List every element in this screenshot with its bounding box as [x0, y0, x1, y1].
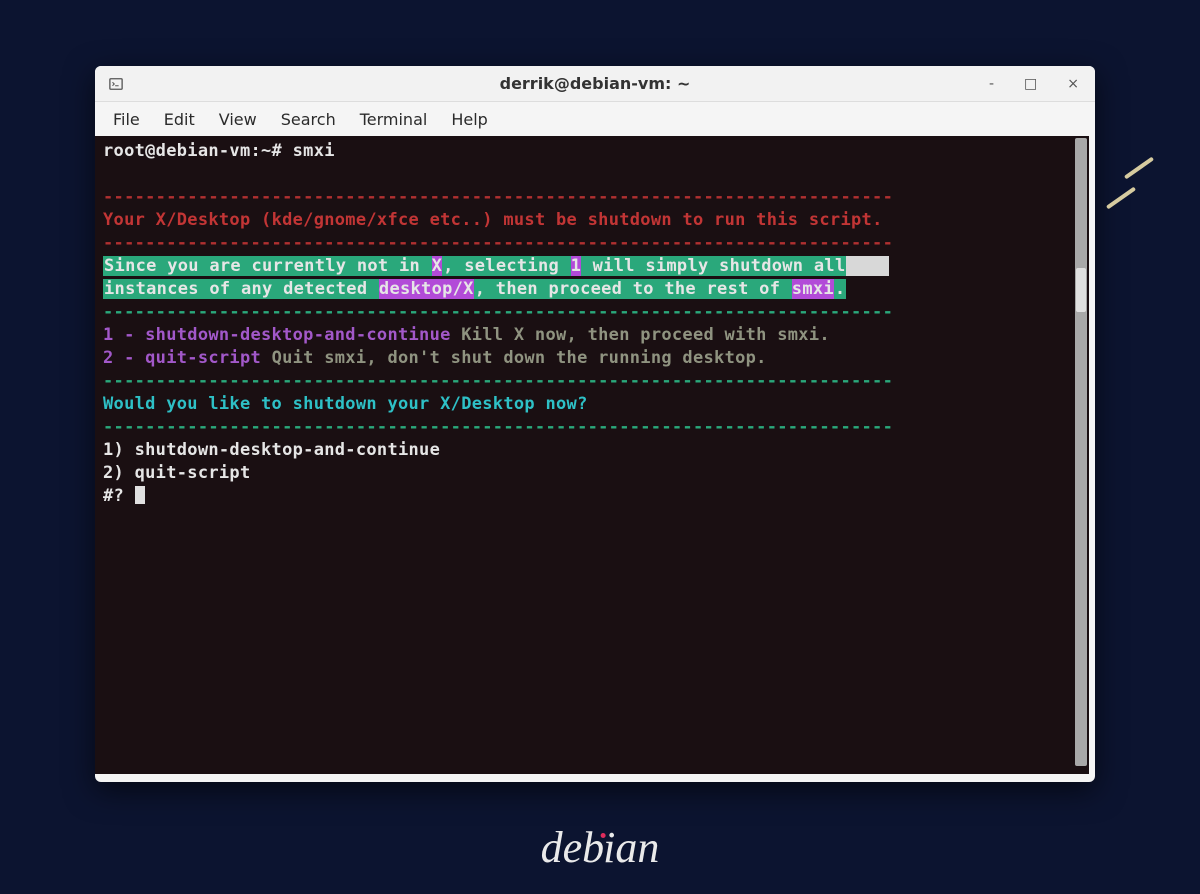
- debian-logo: debian: [541, 822, 660, 873]
- warning-line: Your X/Desktop (kde/gnome/xfce etc..) mu…: [103, 210, 883, 230]
- terminal-window: derrik@debian-vm: ~ ‐ □ × File Edit View…: [95, 66, 1095, 782]
- divider-green: ----------------------------------------…: [103, 371, 893, 391]
- cursor: [135, 486, 145, 504]
- debian-logo-right: ian: [603, 823, 659, 872]
- info-line-1: Since you are currently not in X, select…: [103, 256, 889, 276]
- shell-prompt: root@debian-vm:~#: [103, 141, 293, 161]
- menu-file[interactable]: File: [113, 110, 140, 129]
- menu-choice-2: 2) quit-script: [103, 463, 251, 483]
- close-button[interactable]: ×: [1063, 74, 1083, 94]
- blank-line: [103, 164, 114, 184]
- divider-red: ----------------------------------------…: [103, 187, 893, 207]
- terminal-app-icon: [109, 77, 123, 91]
- option-2: 2 - quit-script Quit smxi, don't shut do…: [103, 348, 767, 368]
- menu-choice-1: 1) shutdown-desktop-and-continue: [103, 440, 440, 460]
- terminal-content[interactable]: root@debian-vm:~# smxi -----------------…: [103, 140, 1071, 770]
- terminal-viewport[interactable]: root@debian-vm:~# smxi -----------------…: [95, 136, 1089, 774]
- maximize-button[interactable]: □: [1020, 74, 1041, 94]
- wallpaper-mark: [1124, 157, 1154, 180]
- scrollbar[interactable]: [1075, 138, 1087, 766]
- divider-red: ----------------------------------------…: [103, 233, 893, 253]
- divider-green: ----------------------------------------…: [103, 302, 893, 322]
- window-title: derrik@debian-vm: ~: [95, 74, 1095, 93]
- menu-view[interactable]: View: [219, 110, 257, 129]
- menu-help[interactable]: Help: [451, 110, 487, 129]
- menu-terminal[interactable]: Terminal: [360, 110, 428, 129]
- menu-search[interactable]: Search: [281, 110, 336, 129]
- minimize-button[interactable]: ‐: [985, 74, 998, 94]
- scrollbar-thumb[interactable]: [1076, 268, 1086, 312]
- option-1: 1 - shutdown-desktop-and-continue Kill X…: [103, 325, 830, 345]
- shell-command: smxi: [293, 141, 335, 161]
- window-controls: ‐ □ ×: [985, 74, 1083, 94]
- info-line-2: instances of any detected desktop/X, the…: [103, 279, 846, 299]
- wallpaper-mark: [1106, 187, 1136, 210]
- question-line: Would you like to shutdown your X/Deskto…: [103, 394, 588, 414]
- divider-green: ----------------------------------------…: [103, 417, 893, 437]
- input-prompt[interactable]: #?: [103, 486, 145, 506]
- menubar: File Edit View Search Terminal Help: [95, 102, 1095, 136]
- menu-edit[interactable]: Edit: [164, 110, 195, 129]
- debian-logo-left: deb: [541, 823, 605, 872]
- titlebar[interactable]: derrik@debian-vm: ~ ‐ □ ×: [95, 66, 1095, 102]
